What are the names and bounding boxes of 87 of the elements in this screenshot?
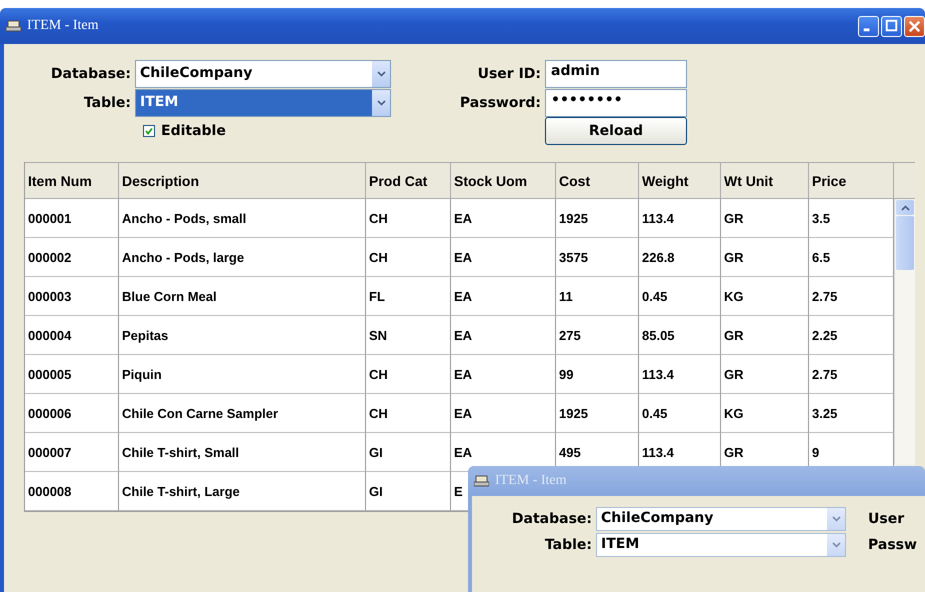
reload-button[interactable]: Reload bbox=[545, 117, 687, 145]
table-cell: 226.8 bbox=[639, 238, 721, 277]
table-cell: 6.5 bbox=[809, 238, 894, 277]
table-cell: 000008 bbox=[25, 472, 119, 511]
column-header[interactable]: Prod Cat bbox=[366, 162, 451, 199]
table-cell: CH bbox=[366, 394, 451, 433]
field-label: Table: bbox=[82, 94, 131, 110]
table-cell: EA bbox=[451, 277, 556, 316]
scrollbar-thumb[interactable] bbox=[896, 216, 914, 270]
table-cell: 000004 bbox=[25, 316, 119, 355]
table-cell: Chile T-shirt, Small bbox=[119, 433, 366, 472]
table-cell: EA bbox=[451, 238, 556, 277]
column-header[interactable]: Item Num bbox=[25, 162, 119, 199]
column-header[interactable]: Wt Unit bbox=[721, 162, 809, 199]
table-cell: Ancho - Pods, small bbox=[119, 199, 366, 238]
table-cell: 3575 bbox=[556, 238, 639, 277]
table-cell: 0.45 bbox=[639, 277, 721, 316]
password-field[interactable]: •••••••• bbox=[545, 88, 687, 116]
table-cell: 1925 bbox=[556, 199, 639, 238]
table-cell: KG bbox=[721, 277, 809, 316]
table-cell: 0.45 bbox=[639, 394, 721, 433]
table-cell: Blue Corn Meal bbox=[119, 277, 366, 316]
field-label: User ID: bbox=[476, 66, 541, 82]
table-cell: 275 bbox=[556, 316, 639, 355]
table-cell: 000005 bbox=[25, 355, 119, 394]
column-header[interactable]: Cost bbox=[556, 162, 639, 199]
table-cell: 113.4 bbox=[639, 355, 721, 394]
table-cell: 000001 bbox=[25, 199, 119, 238]
column-header[interactable]: Price bbox=[809, 162, 894, 199]
table-cell: GR bbox=[721, 199, 809, 238]
table-cell: SN bbox=[366, 316, 451, 355]
field-label: User bbox=[867, 511, 906, 527]
table-cell: 000002 bbox=[25, 238, 119, 277]
table-cell: EA bbox=[451, 355, 556, 394]
table-cell: 000007 bbox=[25, 433, 119, 472]
checkbox[interactable] bbox=[143, 125, 155, 137]
app-icon bbox=[6, 20, 21, 32]
table-cell: 3.25 bbox=[809, 394, 894, 433]
table-cell: EA bbox=[451, 316, 556, 355]
table-cell: GI bbox=[366, 472, 451, 511]
table-cell: 000003 bbox=[25, 277, 119, 316]
table-cell: 99 bbox=[556, 355, 639, 394]
table-cell: 2.25 bbox=[809, 316, 894, 355]
table-cell: EA bbox=[451, 394, 556, 433]
table-cell: 1925 bbox=[556, 394, 639, 433]
table-cell: GI bbox=[366, 433, 451, 472]
database-dropdown[interactable]: ChileCompany bbox=[135, 60, 391, 88]
column-header[interactable]: Weight bbox=[639, 162, 721, 199]
table-cell: 113.4 bbox=[639, 199, 721, 238]
scrollbar[interactable] bbox=[894, 199, 915, 464]
field-label: Passw bbox=[867, 537, 918, 553]
table-dropdown[interactable]: ITEM bbox=[596, 533, 846, 557]
table-cell: CH bbox=[366, 199, 451, 238]
column-header[interactable]: Stock Uom bbox=[451, 162, 556, 199]
table-cell: Piquin bbox=[119, 355, 366, 394]
table-cell: GR bbox=[721, 238, 809, 277]
table-cell: GR bbox=[721, 316, 809, 355]
table-cell: CH bbox=[366, 238, 451, 277]
table-cell: 85.05 bbox=[639, 316, 721, 355]
table-cell: 2.75 bbox=[809, 355, 894, 394]
table-cell: Chile T-shirt, Large bbox=[119, 472, 366, 511]
table-cell: Pepitas bbox=[119, 316, 366, 355]
field-label: Database: bbox=[510, 511, 592, 527]
table-dropdown[interactable]: ITEM bbox=[135, 88, 391, 116]
table-cell: 11 bbox=[556, 277, 639, 316]
database-dropdown[interactable]: ChileCompany bbox=[596, 507, 846, 531]
table-cell: Chile Con Carne Sampler bbox=[119, 394, 366, 433]
caret-up-icon[interactable] bbox=[900, 204, 910, 210]
table-cell: KG bbox=[721, 394, 809, 433]
header-corner bbox=[894, 162, 915, 199]
table-cell: FL bbox=[366, 277, 451, 316]
table-cell: GR bbox=[721, 355, 809, 394]
table-cell: Ancho - Pods, large bbox=[119, 238, 366, 277]
checkbox-label: Editable bbox=[161, 123, 226, 139]
table-cell: 3.5 bbox=[809, 199, 894, 238]
field-label: Table: bbox=[544, 537, 592, 553]
user-id-field[interactable]: admin bbox=[545, 60, 687, 88]
field-label: Database: bbox=[50, 66, 131, 82]
table-cell: EA bbox=[451, 199, 556, 238]
column-header[interactable]: Description bbox=[119, 162, 366, 199]
field-label: Password: bbox=[458, 94, 541, 110]
scroll-up-button[interactable] bbox=[896, 200, 914, 215]
app-icon bbox=[474, 475, 489, 487]
window-title: ITEM - Item bbox=[27, 18, 100, 34]
table-cell: CH bbox=[366, 355, 451, 394]
table-cell: 2.75 bbox=[809, 277, 894, 316]
table-cell: 000006 bbox=[25, 394, 119, 433]
